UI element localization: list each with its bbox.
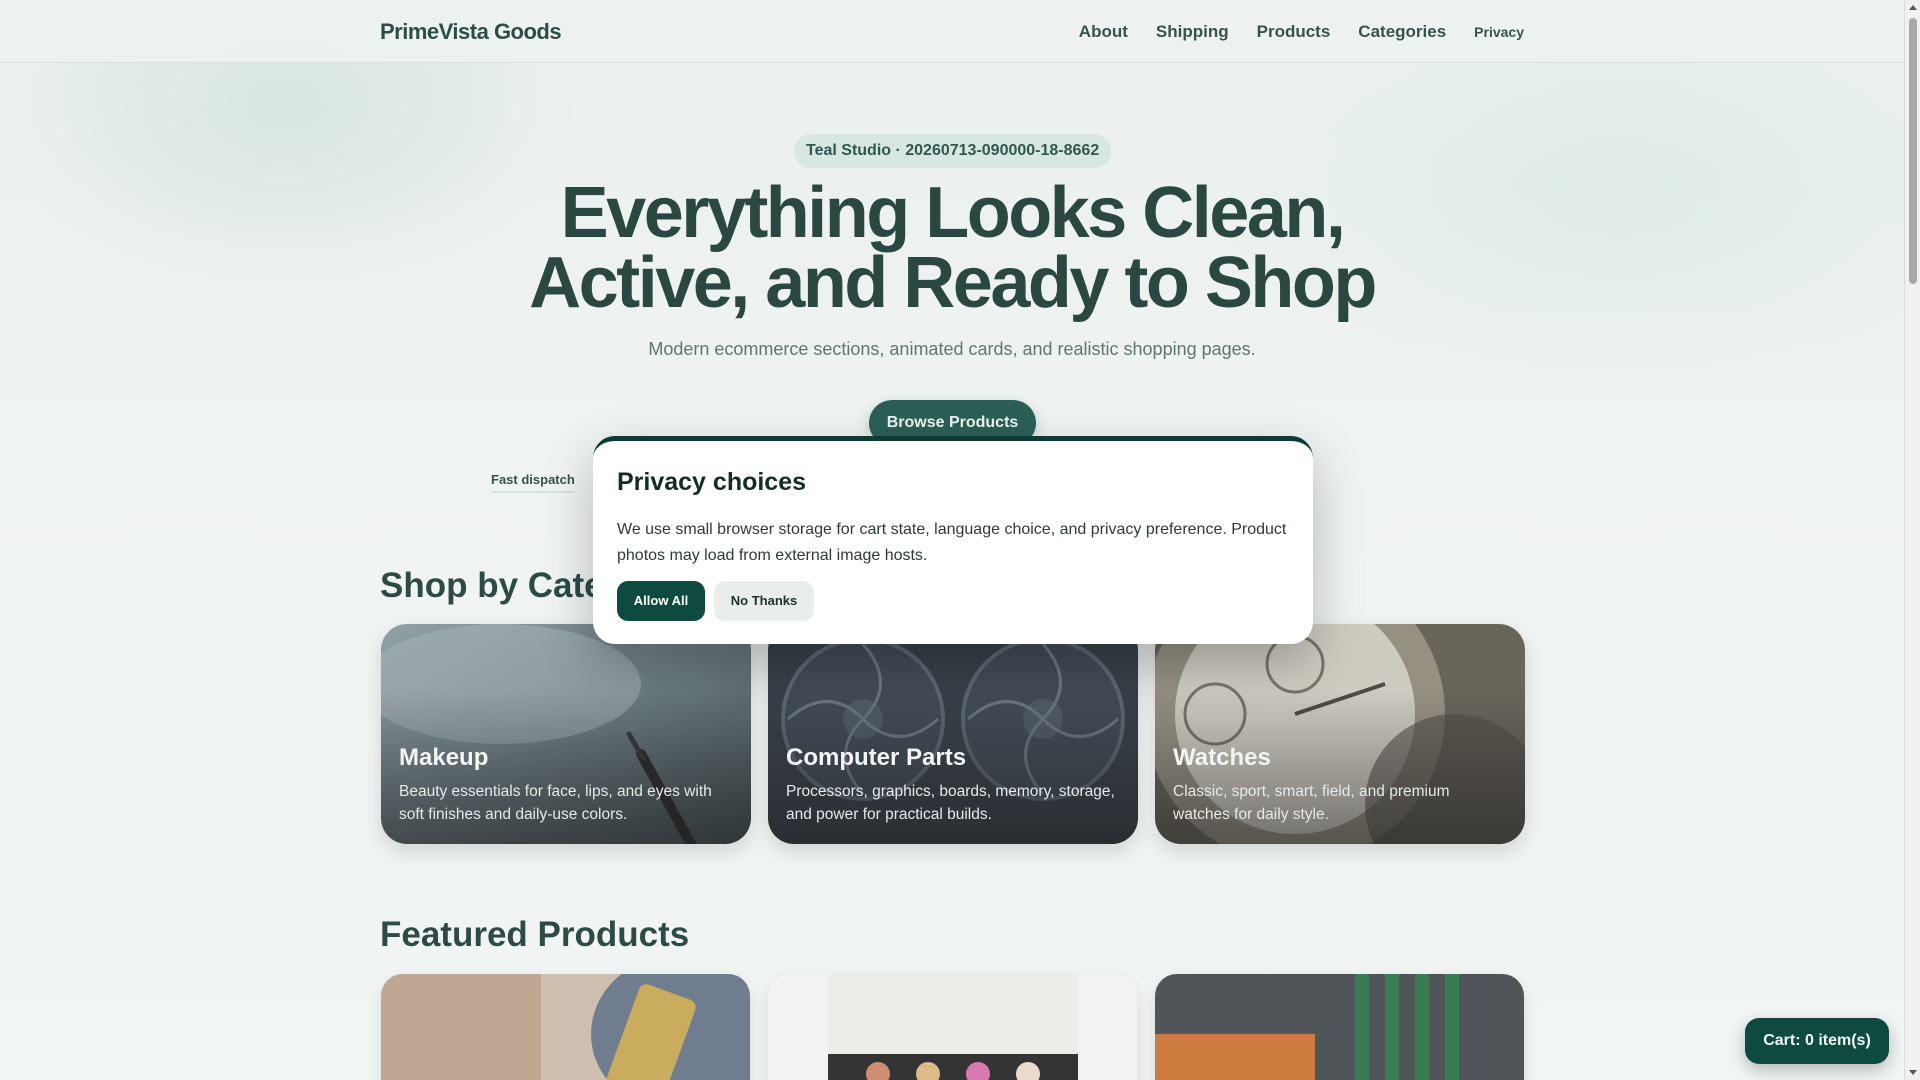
- scrollbar-thumb[interactable]: [1909, 18, 1917, 284]
- scroll-down-arrow-icon[interactable]: [1909, 1070, 1917, 1075]
- no-thanks-button[interactable]: No Thanks: [714, 581, 814, 621]
- privacy-modal: Privacy choices We use small browser sto…: [593, 436, 1313, 644]
- vertical-scrollbar[interactable]: [1904, 0, 1920, 1080]
- scroll-up-arrow-icon[interactable]: [1909, 5, 1917, 10]
- privacy-modal-text: We use small browser storage for cart st…: [617, 521, 1287, 564]
- page: PrimeVista Goods About Shipping Products…: [0, 0, 1904, 1080]
- allow-all-button[interactable]: Allow All: [617, 581, 705, 621]
- privacy-modal-title: Privacy choices: [617, 468, 807, 496]
- cart-button[interactable]: Cart: 0 item(s): [1745, 1018, 1889, 1064]
